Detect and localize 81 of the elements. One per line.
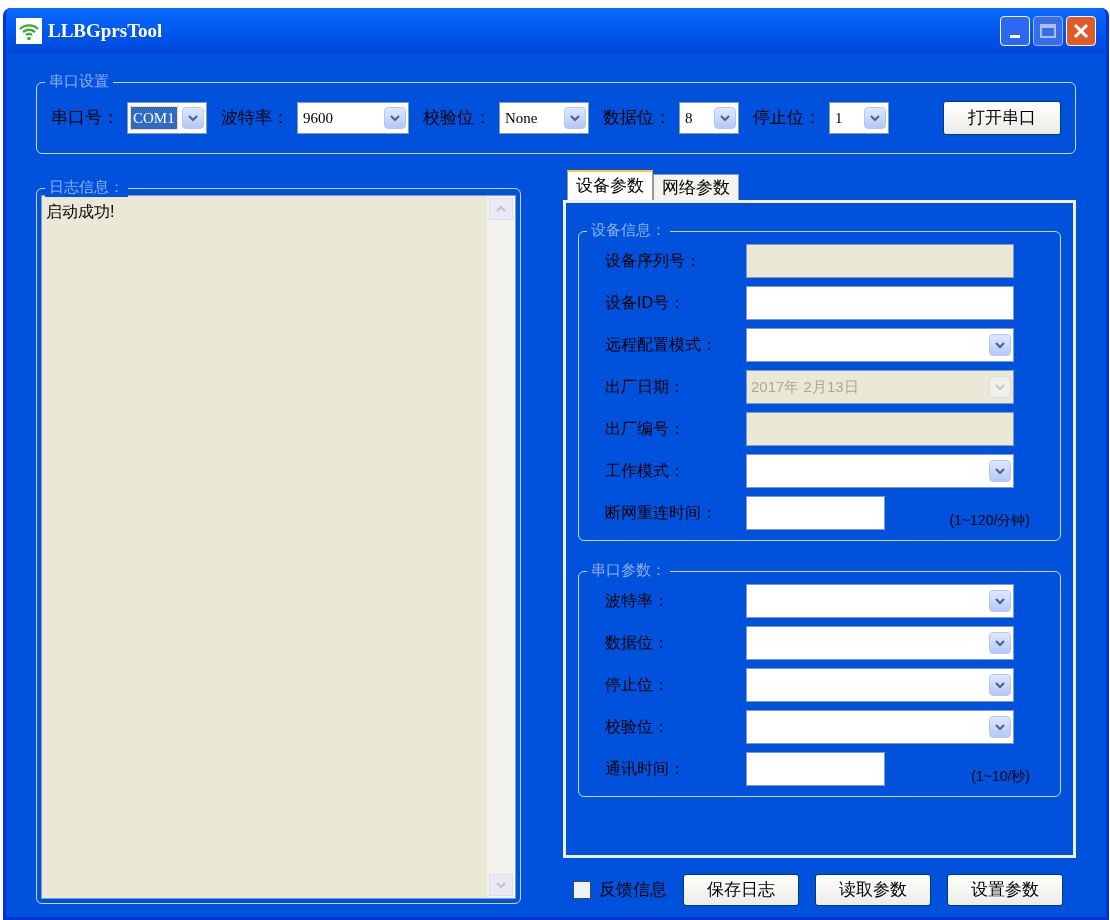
- dropdown-arrow-button[interactable]: [989, 674, 1012, 696]
- chevron-down-icon: [720, 114, 730, 122]
- chevron-down-icon: [995, 383, 1006, 391]
- close-button[interactable]: [1066, 16, 1096, 46]
- group-title: 设备信息：: [587, 220, 671, 240]
- field-label: 远程配置模式：: [604, 335, 719, 355]
- checkbox-label: 反馈信息: [599, 879, 668, 902]
- text-field[interactable]: [746, 286, 1015, 320]
- field-label: 停止位：: [753, 107, 821, 130]
- chevron-down-icon: [995, 341, 1006, 349]
- action-button[interactable]: 读取参数: [815, 874, 932, 906]
- dropdown-field[interactable]: 9600: [297, 102, 409, 134]
- dropdown-field[interactable]: [746, 584, 1015, 618]
- open-port-button[interactable]: 打开串口: [943, 101, 1061, 135]
- group-title: 日志信息：: [45, 177, 128, 197]
- dropdown-field[interactable]: 1: [829, 102, 889, 134]
- action-button[interactable]: 设置参数: [947, 874, 1064, 906]
- chevron-down-icon: [995, 597, 1006, 605]
- field-label: 波特率：: [604, 591, 671, 611]
- field-label: 停止位：: [604, 675, 671, 695]
- dropdown-field[interactable]: COM1: [127, 102, 207, 134]
- dropdown-arrow-button[interactable]: [989, 460, 1012, 482]
- dropdown-field[interactable]: [746, 328, 1015, 362]
- close-icon: [1073, 23, 1089, 39]
- checkbox[interactable]: [573, 881, 592, 899]
- dropdown-field[interactable]: [746, 626, 1015, 660]
- field-label: 校验位：: [604, 717, 671, 737]
- field-label: 校验位：: [423, 107, 491, 130]
- range-hint: (1~10/秒): [971, 766, 1030, 786]
- field-label: 数据位：: [604, 633, 671, 653]
- field-label: 数据位：: [603, 107, 671, 130]
- dropdown-field[interactable]: [746, 454, 1015, 488]
- chevron-down-icon: [570, 114, 580, 122]
- range-hint: (1~120/分钟): [949, 510, 1030, 530]
- wifi-icon: [16, 18, 42, 44]
- field-label: 串口号：: [51, 107, 119, 130]
- field-label: 设备序列号：: [604, 251, 703, 271]
- text-field[interactable]: [746, 752, 886, 786]
- chevron-down-icon: [188, 114, 198, 122]
- text-field[interactable]: [746, 496, 886, 530]
- log-text: 启动成功!: [45, 202, 116, 222]
- chevron-down-icon: [995, 639, 1006, 647]
- field-label: 断网重连时间：: [604, 503, 719, 523]
- chevron-down-icon: [390, 114, 400, 122]
- chevron-down-icon: [995, 467, 1006, 475]
- dropdown-field[interactable]: [746, 668, 1015, 702]
- dropdown-arrow-button[interactable]: [384, 107, 406, 129]
- dropdown-field[interactable]: None: [499, 102, 589, 134]
- field-label: 工作模式：: [604, 461, 687, 481]
- minimize-button[interactable]: [1000, 16, 1030, 46]
- scrollbar[interactable]: [487, 196, 516, 898]
- dropdown-arrow-button[interactable]: [864, 107, 886, 129]
- tab[interactable]: 设备参数: [567, 170, 654, 200]
- dropdown-field[interactable]: 8: [679, 102, 739, 134]
- chevron-down-icon: [496, 882, 507, 888]
- field-label: 出厂编号：: [604, 419, 687, 439]
- chevron-up-icon: [496, 206, 507, 212]
- chevron-down-icon: [870, 114, 880, 122]
- dropdown-arrow-button[interactable]: [989, 716, 1012, 738]
- window-title: LLBGprsTool: [48, 18, 163, 43]
- scroll-up-button[interactable]: [489, 198, 514, 220]
- dropdown-field[interactable]: [746, 710, 1015, 744]
- dropdown-arrow-button[interactable]: [714, 107, 736, 129]
- group-title: 串口参数：: [587, 560, 671, 580]
- dropdown-arrow-button[interactable]: [564, 107, 586, 129]
- dropdown-arrow-button[interactable]: [182, 107, 204, 129]
- field-label: 设备ID号：: [604, 293, 687, 313]
- field-label: 通讯时间：: [604, 759, 687, 779]
- action-button[interactable]: 保存日志: [683, 874, 800, 906]
- log-textarea[interactable]: 启动成功!: [41, 195, 517, 899]
- dropdown-arrow-button[interactable]: [989, 632, 1012, 654]
- field-label: 波特率：: [221, 107, 289, 130]
- chevron-down-icon: [995, 681, 1006, 689]
- chevron-down-icon: [995, 723, 1006, 731]
- dropdown-arrow-button[interactable]: [989, 590, 1012, 612]
- field-label: 出厂日期：: [604, 377, 687, 397]
- tab[interactable]: 网络参数: [653, 174, 740, 200]
- group-title: 串口设置: [45, 71, 113, 91]
- maximize-button[interactable]: [1033, 16, 1063, 46]
- scroll-down-button[interactable]: [489, 874, 514, 896]
- dropdown-arrow-button[interactable]: [989, 334, 1012, 356]
